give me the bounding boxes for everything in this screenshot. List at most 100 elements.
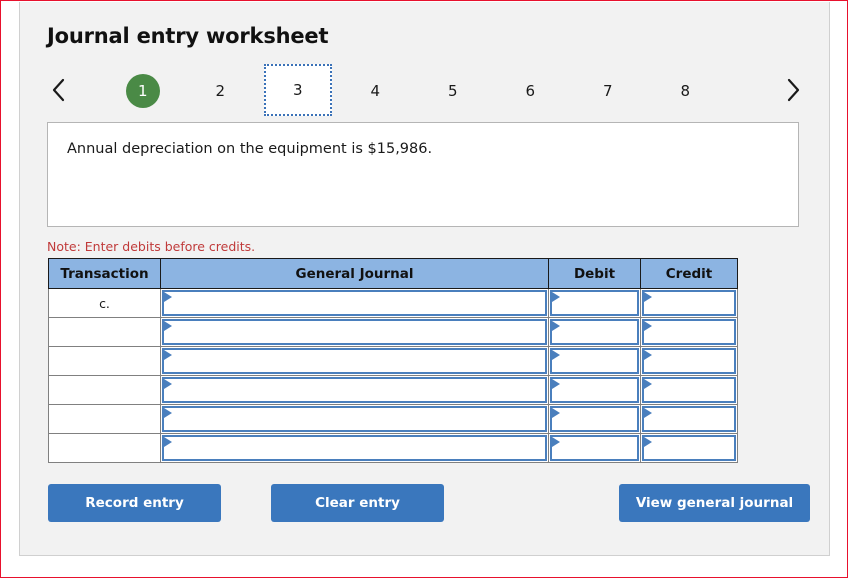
dropdown-triangle-icon[interactable] [552, 408, 560, 418]
dropdown-triangle-icon[interactable] [552, 437, 560, 447]
pager-item-7[interactable]: 7 [576, 64, 640, 118]
journal-entry-table: Transaction General Journal Debit Credit… [48, 258, 738, 463]
pager-item-1[interactable]: 1 [111, 64, 175, 118]
cell-general-journal [160, 346, 549, 376]
general-journal-input-row-5[interactable] [162, 406, 547, 432]
dropdown-triangle-icon[interactable] [552, 379, 560, 389]
pager-item-label: 6 [525, 81, 536, 100]
pager-item-label: 8 [680, 81, 691, 100]
debit-input-row-5[interactable] [550, 406, 639, 432]
cell-transaction: c. [48, 288, 161, 318]
cell-credit [640, 404, 738, 434]
worksheet-pager: 1 2 3 4 5 6 7 8 [42, 64, 810, 118]
debit-input-row-3[interactable] [550, 348, 639, 374]
pager-item-label: 7 [602, 81, 613, 100]
cell-transaction [48, 433, 161, 463]
cell-credit [640, 288, 738, 318]
dropdown-triangle-icon[interactable] [164, 292, 172, 302]
dropdown-triangle-icon[interactable] [164, 350, 172, 360]
dropdown-triangle-icon[interactable] [644, 379, 652, 389]
dropdown-triangle-icon[interactable] [552, 321, 560, 331]
pager-item-badge: 1 [125, 74, 160, 108]
header-credit: Credit [640, 258, 738, 289]
cell-credit [640, 375, 738, 405]
pager-item-label: 5 [447, 81, 458, 100]
credit-input-row-2[interactable] [642, 319, 736, 345]
header-debit: Debit [548, 258, 641, 289]
dropdown-triangle-icon[interactable] [164, 408, 172, 418]
table-row [48, 404, 738, 434]
pager-item-3[interactable]: 3 [263, 64, 332, 116]
cell-debit [548, 375, 641, 405]
dropdown-triangle-icon[interactable] [644, 437, 652, 447]
cell-general-journal [160, 375, 549, 405]
pager-item-label: 2 [215, 81, 226, 100]
cell-transaction [48, 317, 161, 347]
pager-prev-icon[interactable] [42, 70, 76, 110]
debit-input-row-4[interactable] [550, 377, 639, 403]
pager-item-label: 4 [370, 81, 381, 100]
dropdown-triangle-icon[interactable] [164, 379, 172, 389]
header-transaction: Transaction [48, 258, 161, 289]
table-row [48, 375, 738, 405]
cell-transaction [48, 346, 161, 376]
cell-transaction [48, 404, 161, 434]
debit-input-row-2[interactable] [550, 319, 639, 345]
pager-next-icon[interactable] [776, 70, 810, 110]
view-general-journal-button[interactable]: View general journal [619, 484, 810, 522]
prompt-text: Annual depreciation on the equipment is … [67, 141, 433, 157]
cell-debit [548, 317, 641, 347]
credit-input-row-6[interactable] [642, 435, 736, 461]
cell-general-journal [160, 404, 549, 434]
cell-credit [640, 433, 738, 463]
pager-item-5[interactable]: 5 [421, 64, 485, 118]
cell-transaction [48, 375, 161, 405]
dropdown-triangle-icon[interactable] [644, 321, 652, 331]
dropdown-triangle-icon[interactable] [164, 321, 172, 331]
dropdown-triangle-icon[interactable] [644, 292, 652, 302]
cell-debit [548, 404, 641, 434]
pager-item-8[interactable]: 8 [653, 64, 717, 118]
clear-entry-button[interactable]: Clear entry [271, 484, 444, 522]
cell-debit [548, 288, 641, 318]
general-journal-input-row-1[interactable] [162, 290, 547, 316]
credit-input-row-1[interactable] [642, 290, 736, 316]
dropdown-triangle-icon[interactable] [644, 408, 652, 418]
credit-input-row-5[interactable] [642, 406, 736, 432]
table-row [48, 317, 738, 347]
cell-general-journal [160, 433, 549, 463]
cell-credit [640, 317, 738, 347]
credit-input-row-4[interactable] [642, 377, 736, 403]
pager-item-2[interactable]: 2 [188, 64, 252, 118]
table-body: c. [48, 288, 738, 463]
debit-input-row-1[interactable] [550, 290, 639, 316]
dropdown-triangle-icon[interactable] [164, 437, 172, 447]
page-frame: Journal entry worksheet 1 2 3 4 5 6 7 8 Annual … [0, 0, 848, 578]
table-row [48, 346, 738, 376]
worksheet-panel: Journal entry worksheet 1 2 3 4 5 6 7 8 Annual … [19, 2, 830, 556]
general-journal-input-row-3[interactable] [162, 348, 547, 374]
table-row: c. [48, 288, 738, 318]
credit-input-row-3[interactable] [642, 348, 736, 374]
dropdown-triangle-icon[interactable] [644, 350, 652, 360]
page-title: Journal entry worksheet [47, 24, 329, 48]
table-row [48, 433, 738, 463]
debits-before-credits-note: Note: Enter debits before credits. [47, 239, 256, 254]
debit-input-row-6[interactable] [550, 435, 639, 461]
general-journal-input-row-4[interactable] [162, 377, 547, 403]
dropdown-triangle-icon[interactable] [552, 350, 560, 360]
cell-debit [548, 346, 641, 376]
pager-items: 1 2 3 4 5 6 7 8 [104, 64, 724, 118]
table-header-row: Transaction General Journal Debit Credit [48, 258, 738, 289]
cell-credit [640, 346, 738, 376]
general-journal-input-row-6[interactable] [162, 435, 547, 461]
cell-general-journal [160, 288, 549, 318]
pager-item-4[interactable]: 4 [343, 64, 407, 118]
pager-item-6[interactable]: 6 [498, 64, 562, 118]
general-journal-input-row-2[interactable] [162, 319, 547, 345]
prompt-box: Annual depreciation on the equipment is … [47, 122, 799, 227]
cell-debit [548, 433, 641, 463]
record-entry-button[interactable]: Record entry [48, 484, 221, 522]
header-general-journal: General Journal [160, 258, 549, 289]
dropdown-triangle-icon[interactable] [552, 292, 560, 302]
